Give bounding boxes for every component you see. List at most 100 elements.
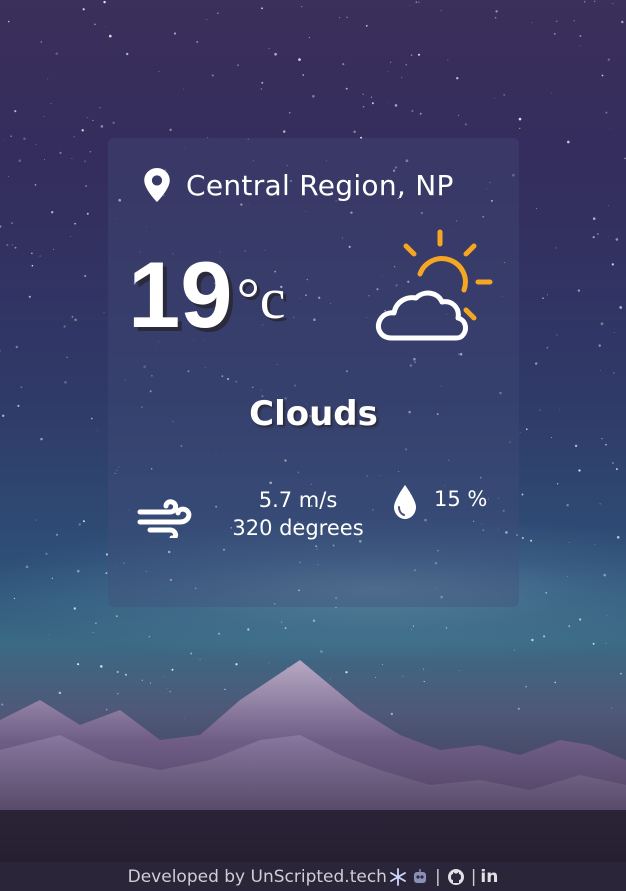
linkedin-icon[interactable]: in: [480, 867, 498, 887]
star: [568, 625, 571, 627]
footer-credit[interactable]: Developed by UnScripted.tech: [128, 867, 387, 887]
star: [84, 274, 87, 278]
star: [77, 569, 80, 573]
star: [13, 597, 16, 600]
star: [89, 150, 92, 153]
star: [51, 577, 54, 579]
star: [237, 64, 239, 66]
star: [82, 520, 85, 523]
star: [613, 372, 615, 374]
star: [40, 41, 43, 43]
star: [609, 127, 611, 129]
star: [411, 109, 414, 113]
weather-condition: Clouds: [249, 394, 378, 434]
star: [0, 350, 1, 352]
star: [619, 306, 623, 309]
temperature-unit: °c: [236, 266, 286, 331]
star: [592, 217, 596, 220]
star: [92, 119, 94, 122]
star: [603, 573, 607, 577]
star: [71, 158, 73, 160]
star: [35, 144, 37, 145]
footer: Developed by UnScripted.tech | | in: [0, 862, 626, 891]
star: [217, 632, 221, 635]
star: [440, 10, 442, 11]
star: [389, 61, 392, 63]
star: [518, 117, 522, 121]
star: [535, 362, 538, 365]
star: [579, 618, 582, 621]
star: [394, 104, 398, 107]
star: [103, 311, 105, 314]
star: [50, 103, 52, 105]
star: [20, 386, 23, 389]
star: [73, 136, 75, 138]
star: [55, 533, 59, 536]
star: [342, 63, 345, 66]
star: [601, 437, 603, 440]
star: [81, 129, 84, 132]
star: [312, 95, 315, 98]
star: [103, 0, 106, 4]
star: [14, 110, 17, 113]
star: [63, 325, 66, 328]
star: [559, 408, 561, 410]
star: [519, 127, 521, 130]
humidity-value: 15 %: [434, 487, 488, 511]
star: [261, 81, 264, 84]
star: [362, 93, 364, 96]
star: [40, 437, 43, 441]
star: [43, 115, 45, 117]
star: [18, 159, 22, 162]
star: [550, 92, 552, 94]
star: [86, 212, 89, 215]
star: [574, 444, 578, 448]
temperature-value: 19: [128, 242, 233, 347]
star: [288, 111, 291, 114]
star: [546, 294, 548, 296]
weather-card: Central Region, NP 19 °c Clouds 5.7 m/s …: [108, 138, 519, 607]
github-icon[interactable]: [447, 868, 465, 886]
star: [182, 88, 184, 90]
star: [362, 105, 365, 108]
star: [387, 102, 389, 103]
partly-cloudy-sun-icon: [376, 229, 493, 341]
star: [148, 635, 151, 638]
star: [108, 34, 112, 38]
star: [92, 632, 94, 634]
star: [621, 20, 624, 24]
star: [415, 1, 418, 4]
star: [577, 289, 581, 292]
star: [605, 443, 607, 446]
star: [494, 97, 496, 99]
star: [85, 184, 88, 188]
star: [346, 16, 348, 18]
star: [96, 430, 98, 432]
star: [23, 137, 26, 141]
star: [99, 107, 101, 109]
star: [78, 523, 81, 526]
star: [592, 236, 595, 239]
star: [15, 345, 18, 349]
star: [495, 10, 498, 13]
star: [51, 211, 54, 214]
star: [537, 580, 539, 582]
star: [536, 208, 537, 209]
star: [464, 123, 467, 126]
star: [600, 322, 604, 326]
star: [594, 0, 596, 2]
star: [64, 380, 67, 384]
star: [606, 615, 608, 616]
star: [47, 78, 49, 80]
star: [10, 135, 13, 138]
star: [598, 344, 601, 347]
star: [115, 615, 118, 617]
star: [616, 535, 620, 539]
star: [17, 404, 20, 407]
star: [556, 334, 558, 336]
robot-icon: [413, 868, 426, 883]
star: [4, 139, 5, 140]
star: [410, 54, 413, 56]
star: [583, 0, 586, 3]
star: [70, 235, 71, 237]
